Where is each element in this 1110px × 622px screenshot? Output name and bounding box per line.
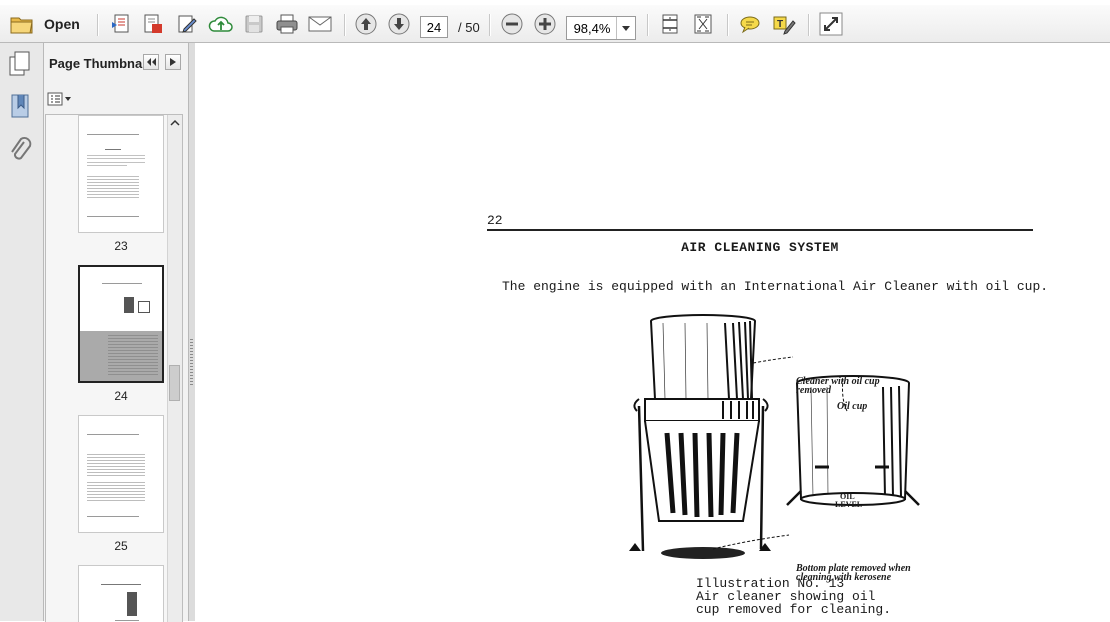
thumbnail-label: 24: [114, 389, 128, 403]
page-total: / 50: [458, 20, 480, 35]
splitter-grip[interactable]: [190, 339, 193, 387]
comment-icon[interactable]: [737, 11, 763, 37]
figure-label-oil-cup: Oil cup: [837, 401, 868, 412]
thumbnail-page-selected[interactable]: [78, 265, 164, 383]
air-cleaner-illustration: Cleaner with oil cup removed Oil cup OIL…: [615, 311, 935, 583]
print-icon[interactable]: [273, 11, 301, 37]
chevron-down-icon[interactable]: [616, 17, 635, 39]
scrollbar-thumb[interactable]: [169, 365, 180, 401]
thumbnail-label: 25: [114, 539, 128, 553]
zoom-in-icon[interactable]: [532, 11, 558, 37]
toolbar-separator: [344, 14, 346, 36]
page-number: 22: [487, 213, 503, 228]
thumbnail-label: 23: [114, 239, 128, 253]
zoom-input[interactable]: [567, 17, 617, 39]
highlight-icon[interactable]: T: [770, 11, 798, 37]
page-number-input[interactable]: [420, 16, 448, 38]
chevron-right-icon: [170, 58, 176, 66]
toolbar-separator: [489, 14, 491, 36]
full-screen-fit-icon[interactable]: [690, 11, 716, 37]
zoom-out-icon[interactable]: [499, 11, 525, 37]
figure-caption: Illustration No. 13 Air cleaner showing …: [696, 577, 891, 616]
previous-page-icon[interactable]: [353, 11, 379, 37]
email-icon[interactable]: [306, 11, 334, 37]
bookmark-icon[interactable]: [10, 94, 32, 123]
figure-label-cleaner: removed: [796, 385, 831, 396]
next-page-icon[interactable]: [386, 11, 412, 37]
double-chevron-left-icon: [147, 58, 156, 66]
main-toolbar: Open / 50: [0, 5, 1110, 43]
thumbnail-page[interactable]: [78, 115, 164, 233]
thumbnail-scrollbar[interactable]: [167, 115, 182, 622]
thumbnails-panel: Page Thumbna... 23 24 25: [44, 43, 188, 622]
toolbar-separator: [808, 14, 810, 36]
thumbnail-page[interactable]: [78, 565, 164, 622]
scroll-up-icon[interactable]: [170, 119, 180, 126]
fit-page-icon[interactable]: [657, 11, 683, 37]
options-list-icon: [47, 92, 71, 106]
upload-cloud-icon[interactable]: [207, 11, 235, 37]
navigation-rail: [0, 43, 44, 621]
attachment-icon[interactable]: [8, 136, 32, 167]
open-button[interactable]: Open: [44, 16, 80, 32]
pages-panel-icon[interactable]: [9, 51, 33, 80]
collapse-panel-button[interactable]: [143, 54, 159, 70]
panel-title: Page Thumbna...: [49, 56, 154, 71]
caption-line: cup removed for cleaning.: [696, 602, 892, 617]
save-icon[interactable]: [241, 11, 267, 37]
expand-icon[interactable]: [818, 11, 844, 37]
section-title: AIR CLEANING SYSTEM: [681, 240, 839, 255]
thumbnail-page[interactable]: [78, 415, 164, 533]
figure-label-oil-level: LEVEL: [835, 500, 863, 509]
options-menu-button[interactable]: [47, 91, 71, 107]
svg-text:T: T: [777, 19, 783, 30]
air-cleaner-drawing: [629, 314, 920, 559]
expand-panel-button[interactable]: [165, 54, 181, 70]
header-rule: [487, 229, 1033, 231]
folder-icon[interactable]: [8, 11, 36, 37]
edit-pdf-icon[interactable]: [174, 11, 200, 37]
toolbar-separator: [647, 14, 649, 36]
document-view[interactable]: 22 AIR CLEANING SYSTEM The engine is equ…: [195, 43, 1110, 621]
thumbnail-list[interactable]: 23 24 25: [45, 114, 183, 622]
create-pdf-icon[interactable]: [108, 11, 134, 37]
export-pdf-icon[interactable]: [140, 11, 166, 37]
toolbar-separator: [727, 14, 729, 36]
toolbar-separator: [97, 14, 99, 36]
zoom-select[interactable]: [566, 16, 636, 40]
intro-text: The engine is equipped with an Internati…: [502, 279, 1049, 294]
